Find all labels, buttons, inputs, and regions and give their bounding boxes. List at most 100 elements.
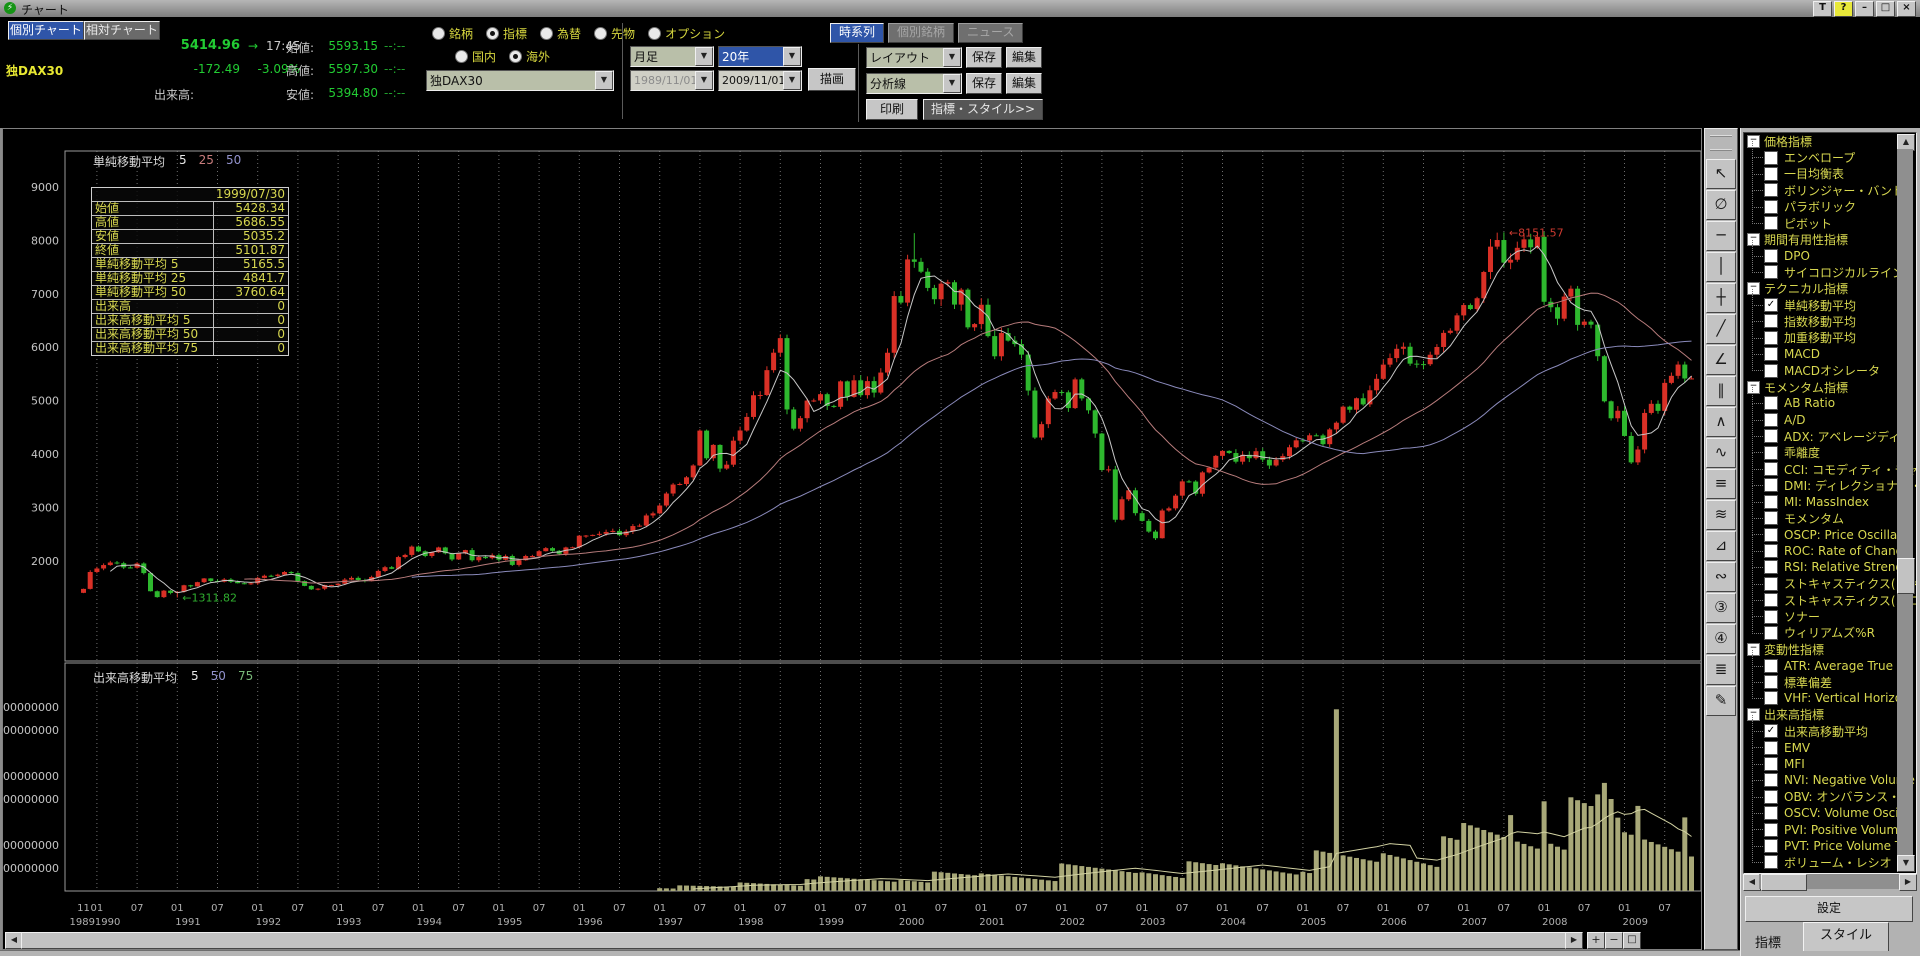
indicator-item[interactable]: ROC: Rate of Change <box>1744 543 1916 559</box>
view-button-時系列[interactable]: 時系列 <box>830 23 884 43</box>
print-button[interactable]: 印刷 <box>866 99 918 120</box>
checkbox-icon[interactable] <box>1764 790 1778 804</box>
indicator-item[interactable]: OBV: オンバランス・ <box>1744 789 1916 805</box>
indicator-item[interactable]: ボリンジャー・バンド <box>1744 182 1916 198</box>
tab-style[interactable]: スタイル <box>1803 922 1889 951</box>
radio-icon[interactable] <box>432 27 445 40</box>
checkbox-icon[interactable] <box>1764 511 1778 525</box>
fan-lines-tool-icon[interactable]: ∧ <box>1706 407 1736 437</box>
indicator-item[interactable]: ✓単純移動平均 <box>1744 297 1916 313</box>
radio-icon[interactable] <box>486 27 499 40</box>
indicator-item[interactable]: サイコロジカルライン <box>1744 264 1916 280</box>
chevron-down-icon[interactable]: ▼ <box>943 48 961 67</box>
radio-icon[interactable] <box>455 50 468 63</box>
checkbox-icon[interactable] <box>1764 446 1778 460</box>
indicator-item[interactable]: OSCV: Volume Oscilla <box>1744 805 1916 821</box>
indicator-item[interactable]: 標準偏差 <box>1744 674 1916 690</box>
indicator-item[interactable]: ストキャスティクス(スロ <box>1744 592 1916 608</box>
checkbox-icon[interactable] <box>1764 855 1778 869</box>
zoom-out-button[interactable]: − <box>1605 932 1623 949</box>
indicator-category[interactable]: −モメンタム指標 <box>1744 379 1916 395</box>
chevron-down-icon[interactable]: ▼ <box>783 47 801 66</box>
checkbox-icon[interactable] <box>1764 265 1778 279</box>
checkbox-icon[interactable] <box>1764 560 1778 574</box>
indicator-category[interactable]: −テクニカル指標 <box>1744 281 1916 297</box>
settings-button[interactable]: 設定 <box>1745 896 1913 922</box>
radio-category-指標[interactable]: 指標 <box>486 25 527 42</box>
analysis-line-select[interactable]: 分析線 ▼ <box>866 73 962 94</box>
checkbox-icon[interactable] <box>1764 544 1778 558</box>
indicator-item[interactable]: NVI: Negative Volume <box>1744 772 1916 788</box>
checkbox-icon[interactable] <box>1764 741 1778 755</box>
checkbox-icon[interactable] <box>1764 528 1778 542</box>
indicator-style-button[interactable]: 指標・スタイル>> <box>923 99 1043 120</box>
checkbox-icon[interactable] <box>1764 495 1778 509</box>
cross-line-tool-icon[interactable]: ┼ <box>1706 283 1736 313</box>
indicator-item[interactable]: ボリューム・レシオ <box>1744 854 1916 870</box>
checkbox-icon[interactable] <box>1764 757 1778 771</box>
checkbox-icon[interactable] <box>1764 577 1778 591</box>
indicator-item[interactable]: モメンタム <box>1744 510 1916 526</box>
indicator-item[interactable]: ✓出来高移動平均 <box>1744 723 1916 739</box>
radio-category-オプション[interactable]: オプション <box>648 25 725 42</box>
checkbox-icon[interactable] <box>1764 610 1778 624</box>
date-to-select[interactable]: 2009/11/01 ▼ <box>718 70 802 91</box>
radio-category-銘柄[interactable]: 銘柄 <box>432 25 473 42</box>
indicator-item[interactable]: ADX: アベレージディレ <box>1744 428 1916 444</box>
indicator-item[interactable]: DPO <box>1744 248 1916 264</box>
checkbox-icon[interactable] <box>1764 462 1778 476</box>
checkbox-icon[interactable] <box>1764 151 1778 165</box>
checkbox-icon[interactable] <box>1764 675 1778 689</box>
chevron-down-icon[interactable]: ▼ <box>695 47 713 66</box>
indicator-item[interactable]: DMI: ディレクショナル・ <box>1744 477 1916 493</box>
checkbox-icon[interactable] <box>1764 691 1778 705</box>
indicator-item[interactable]: OSCP: Price Oscillato <box>1744 526 1916 542</box>
timeframe-select[interactable]: 月足 ▼ <box>630 46 714 67</box>
layout-select[interactable]: レイアウト ▼ <box>866 47 962 68</box>
zoom-in-button[interactable]: + <box>1587 932 1605 949</box>
radio-icon[interactable] <box>594 27 607 40</box>
checkbox-icon[interactable] <box>1764 429 1778 443</box>
close-button[interactable]: × <box>1897 1 1916 17</box>
checkbox-icon[interactable] <box>1764 200 1778 214</box>
indicator-category[interactable]: −価格指標 <box>1744 133 1916 149</box>
chevron-down-icon[interactable]: ▼ <box>595 71 613 90</box>
indicator-item[interactable]: AB Ratio <box>1744 395 1916 411</box>
layout-save-button[interactable]: 保存 <box>966 47 1002 68</box>
checkbox-icon[interactable] <box>1764 331 1778 345</box>
three-point-tool-icon[interactable]: ③ <box>1706 593 1736 623</box>
indicator-item[interactable]: 指数移動平均 <box>1744 313 1916 329</box>
radio-market-国内[interactable]: 国内 <box>455 48 496 65</box>
checkbox-icon[interactable] <box>1764 249 1778 263</box>
checkbox-icon[interactable] <box>1764 478 1778 492</box>
checkbox-icon[interactable] <box>1764 626 1778 640</box>
indicator-item[interactable]: ピボット <box>1744 215 1916 231</box>
indicator-item[interactable]: MI: MassIndex <box>1744 494 1916 510</box>
parallel-lines-tool-icon[interactable]: ∥ <box>1706 376 1736 406</box>
select-tool-icon[interactable]: ↖ <box>1706 159 1736 189</box>
chevron-down-icon[interactable]: ▼ <box>695 71 713 90</box>
indicator-item[interactable]: 一目均衡表 <box>1744 166 1916 182</box>
chevron-down-icon[interactable]: ▼ <box>783 71 801 90</box>
range-select[interactable]: 20年 ▼ <box>718 46 802 67</box>
indicator-category[interactable]: −変動性指標 <box>1744 641 1916 657</box>
tab-indicator[interactable]: 指標 <box>1755 932 1781 951</box>
indicator-item[interactable]: 加重移動平均 <box>1744 330 1916 346</box>
vertical-line-tool-icon[interactable]: │ <box>1706 252 1736 282</box>
radio-category-為替[interactable]: 為替 <box>540 25 581 42</box>
text-tool-button[interactable]: T <box>1813 1 1832 17</box>
indicator-item[interactable]: VHF: Vertical Horizon <box>1744 690 1916 706</box>
checkbox-icon[interactable] <box>1764 396 1778 410</box>
checkbox-icon[interactable]: ✓ <box>1764 298 1778 312</box>
indicator-item[interactable]: エンベロープ <box>1744 149 1916 165</box>
checkbox-icon[interactable] <box>1764 183 1778 197</box>
cycle-lines-tool-icon[interactable]: ∿ <box>1706 438 1736 468</box>
indicator-item[interactable]: 乖離度 <box>1744 444 1916 460</box>
analysis-save-button[interactable]: 保存 <box>966 73 1002 94</box>
restore-button[interactable]: □ <box>1876 1 1895 17</box>
radio-icon[interactable] <box>648 27 661 40</box>
indicator-item[interactable]: EMV <box>1744 739 1916 755</box>
freehand-draw-tool-icon[interactable]: ✎ <box>1706 686 1736 716</box>
eraser-tool-icon[interactable]: ∅ <box>1706 190 1736 220</box>
fibonacci-time-tool-icon[interactable]: ≣ <box>1706 655 1736 685</box>
